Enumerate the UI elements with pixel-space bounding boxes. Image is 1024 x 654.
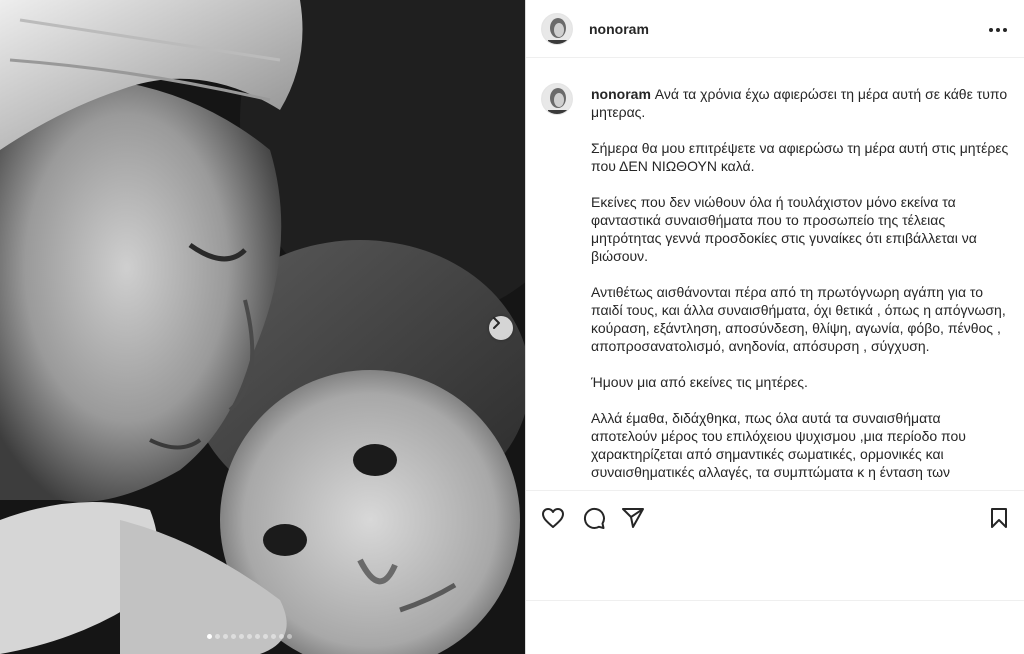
divider xyxy=(526,600,1024,601)
post-caption: nonoram Ανά τα χρόνια έχω αφιερώσει τη μ… xyxy=(591,85,1009,490)
carousel-dot xyxy=(247,634,252,639)
carousel-dot xyxy=(239,634,244,639)
more-horizontal-icon xyxy=(989,28,1007,32)
bookmark-icon xyxy=(991,508,1007,528)
heart-icon xyxy=(542,508,564,528)
carousel-indicator xyxy=(207,634,292,639)
carousel-dot xyxy=(263,634,268,639)
comments-section[interactable]: nonoram Ανά τα χρόνια έχω αφιερώσει τη μ… xyxy=(526,58,1024,490)
caption-paragraph: Ήμουν μια από εκείνες τις μητέρες. xyxy=(591,374,808,390)
carousel-dot xyxy=(207,634,212,639)
save-button[interactable] xyxy=(986,505,1012,531)
caption-avatar[interactable] xyxy=(541,83,573,115)
carousel-dot xyxy=(215,634,220,639)
caption-paragraph: Εκείνες που δεν νιώθουν όλα ή τουλάχιστο… xyxy=(591,194,977,264)
caption-paragraph: Σήμερα θα μου επιτρέψετε να αφιερώσω τη … xyxy=(591,140,1009,174)
carousel-dot xyxy=(271,634,276,639)
avatar[interactable] xyxy=(541,13,573,45)
post-media[interactable] xyxy=(0,0,525,654)
next-slide-button[interactable] xyxy=(489,316,513,340)
like-button[interactable] xyxy=(540,505,566,531)
caption-paragraph: nonoram Ανά τα χρόνια έχω αφιερώσει τη μ… xyxy=(591,86,1008,120)
caption-username[interactable]: nonoram xyxy=(591,86,651,102)
paper-plane-icon xyxy=(622,508,644,528)
action-bar xyxy=(526,490,1024,544)
share-button[interactable] xyxy=(620,505,646,531)
comment-button[interactable] xyxy=(581,505,607,531)
carousel-dot xyxy=(223,634,228,639)
post-header: nonoram xyxy=(526,0,1024,58)
carousel-dot xyxy=(279,634,284,639)
post-panel: nonoram nonoram Ανά τα χρόνια έχω αφιερώ… xyxy=(526,0,1024,654)
chevron-right-icon xyxy=(493,317,500,329)
photo xyxy=(0,0,525,654)
carousel-dot xyxy=(255,634,260,639)
carousel-dot xyxy=(231,634,236,639)
caption-paragraph: Αλλά έμαθα, διδάχθηκα, πως όλα αυτά τα σ… xyxy=(591,410,966,480)
more-options-button[interactable] xyxy=(986,18,1010,42)
carousel-dot xyxy=(287,634,292,639)
comment-icon xyxy=(583,507,605,529)
header-username[interactable]: nonoram xyxy=(589,21,649,37)
caption-paragraph: Αντιθέτως αισθάνονται πέρα από τη πρωτόγ… xyxy=(591,284,1006,354)
